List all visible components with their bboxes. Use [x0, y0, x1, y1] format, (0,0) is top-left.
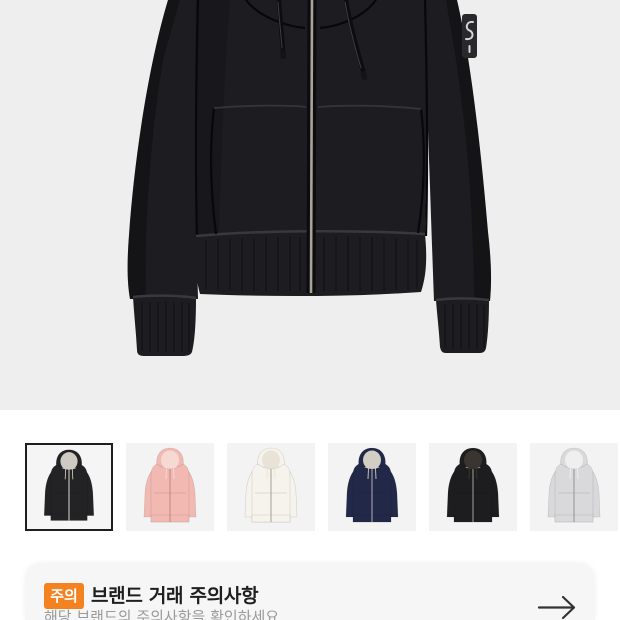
- color-variant-thumbnail-3[interactable]: [227, 443, 315, 531]
- thumbnail-jacket-image: [547, 447, 601, 523]
- zipper: [309, 0, 314, 294]
- thumb-hood-lining: [565, 450, 583, 470]
- notice-badge: 주의: [44, 583, 84, 609]
- color-variant-thumbnail-5[interactable]: [429, 443, 517, 531]
- arrow-right-icon[interactable]: [537, 595, 577, 620]
- thumbnail-jacket-image: [446, 447, 500, 523]
- brand-notice-card[interactable]: 주의 브랜드 거래 주의사항 해당 브랜드의 주의사항을 확인하세요: [25, 563, 595, 620]
- thumbnail-jacket-image: [43, 449, 95, 521]
- product-image-area: [0, 0, 620, 410]
- color-variant-thumbnail-1[interactable]: [25, 443, 113, 531]
- main-product-image: [127, 0, 492, 356]
- drawstring-tip-left: [280, 50, 286, 59]
- notice-title: 브랜드 거래 주의사항: [91, 585, 259, 607]
- thumb-hood-lining: [262, 450, 280, 470]
- color-variant-thumbnail-6[interactable]: [530, 443, 618, 531]
- thumb-hood-lining: [161, 450, 179, 470]
- thumb-hood-lining: [464, 450, 482, 470]
- arrow-right-icon-shape: [537, 595, 576, 620]
- notice-subtitle: 해당 브랜드의 주의사항을 확인하세요: [44, 608, 280, 620]
- color-variant-thumbnail-4[interactable]: [328, 443, 416, 531]
- color-variant-thumbnail-2[interactable]: [126, 443, 214, 531]
- thumbnail-jacket-image: [244, 447, 298, 523]
- thumbnail-jacket-image: [345, 447, 399, 523]
- right-cuff: [436, 298, 489, 353]
- thumb-hood-lining: [60, 452, 78, 471]
- thumb-hood-lining: [363, 450, 381, 470]
- color-variant-thumbnails: [25, 443, 618, 531]
- thumbnail-jacket-image: [143, 447, 197, 523]
